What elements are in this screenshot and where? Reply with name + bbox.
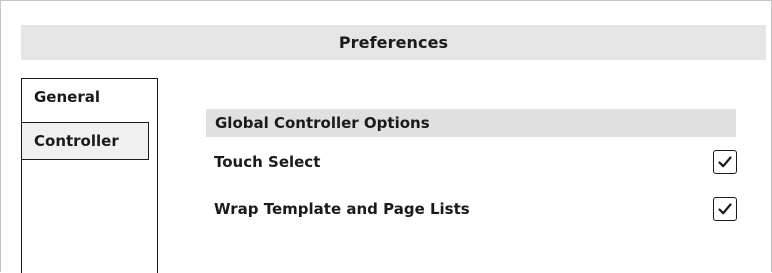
tab-general[interactable]: General: [21, 78, 158, 273]
tab-controller[interactable]: Controller: [21, 122, 149, 160]
section-header-label: Global Controller Options: [215, 114, 430, 132]
tab-controller-label: Controller: [34, 132, 119, 150]
tab-general-label: General: [34, 88, 100, 106]
window-title-bar: Preferences: [21, 25, 766, 60]
section-header: Global Controller Options: [206, 109, 736, 137]
window-title: Preferences: [338, 33, 449, 52]
touch-select-checkbox[interactable]: [713, 150, 737, 174]
wrap-lists-label: Wrap Template and Page Lists: [214, 200, 470, 218]
option-row-wrap-lists: Wrap Template and Page Lists: [214, 194, 737, 224]
tab-list: General Controller: [21, 78, 158, 273]
check-icon: [718, 203, 732, 215]
check-icon: [718, 156, 732, 168]
wrap-lists-checkbox[interactable]: [713, 197, 737, 221]
touch-select-label: Touch Select: [214, 153, 321, 171]
option-row-touch-select: Touch Select: [214, 147, 737, 177]
preferences-window: Preferences General Controller Global Co…: [0, 0, 772, 273]
